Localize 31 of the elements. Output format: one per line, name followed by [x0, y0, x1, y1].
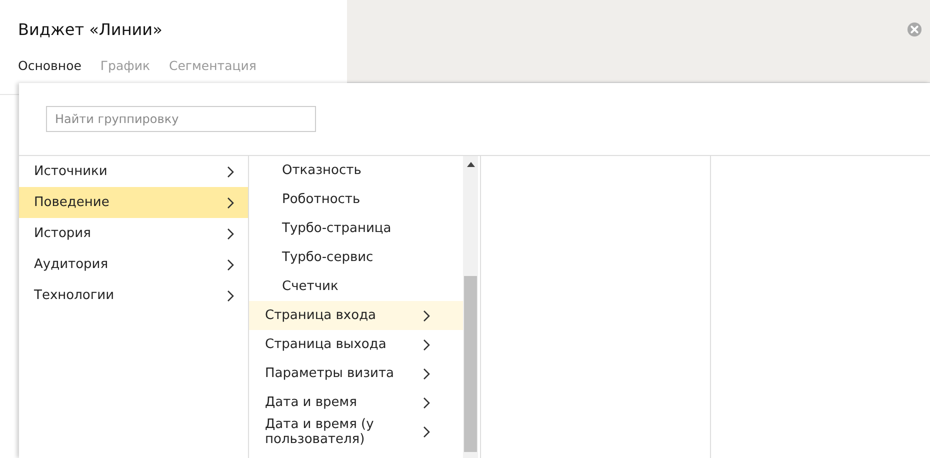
tab[interactable]: Основное: [18, 58, 82, 73]
chevron-right-icon: [423, 396, 430, 408]
scroll-up-icon[interactable]: [467, 162, 475, 167]
menu-item[interactable]: Роботность: [249, 185, 463, 214]
chevron-right-icon: [227, 166, 234, 178]
search-field[interactable]: Найти группировку: [46, 106, 316, 132]
widget-title: Виджет «Линии»: [18, 20, 164, 39]
scrollbar[interactable]: [463, 156, 478, 458]
chevron-right-icon: [423, 338, 430, 350]
chevron-right-icon: [227, 258, 234, 270]
chevron-right-icon: [423, 368, 430, 380]
menu-item[interactable]: Турбо-сервис: [249, 243, 463, 272]
menu-item[interactable]: Аудитория: [19, 249, 248, 280]
chevron-right-icon: [227, 290, 234, 302]
menu-item[interactable]: Поведение: [19, 187, 248, 218]
menu-item[interactable]: История: [19, 218, 248, 249]
menu-item[interactable]: Источники: [19, 156, 248, 187]
menu-item[interactable]: Турбо-страница: [249, 214, 463, 243]
close-icon[interactable]: [907, 22, 922, 37]
chevron-right-icon: [423, 310, 430, 322]
menu-item[interactable]: Параметры визита: [249, 359, 463, 388]
menu-item[interactable]: Страница входа: [249, 301, 463, 330]
menu-item[interactable]: Дата и время (у пользователя): [249, 417, 463, 447]
menu-item[interactable]: Отказность: [249, 156, 463, 185]
menu-item[interactable]: Счетчик: [249, 272, 463, 301]
menu-item[interactable]: Страница выхода: [249, 330, 463, 359]
chevron-right-icon: [227, 228, 234, 240]
chevron-right-icon: [227, 196, 234, 208]
menu-item[interactable]: Технологии: [19, 280, 248, 311]
chevron-right-icon: [423, 426, 430, 438]
menu-item[interactable]: Дата и время: [249, 388, 463, 417]
